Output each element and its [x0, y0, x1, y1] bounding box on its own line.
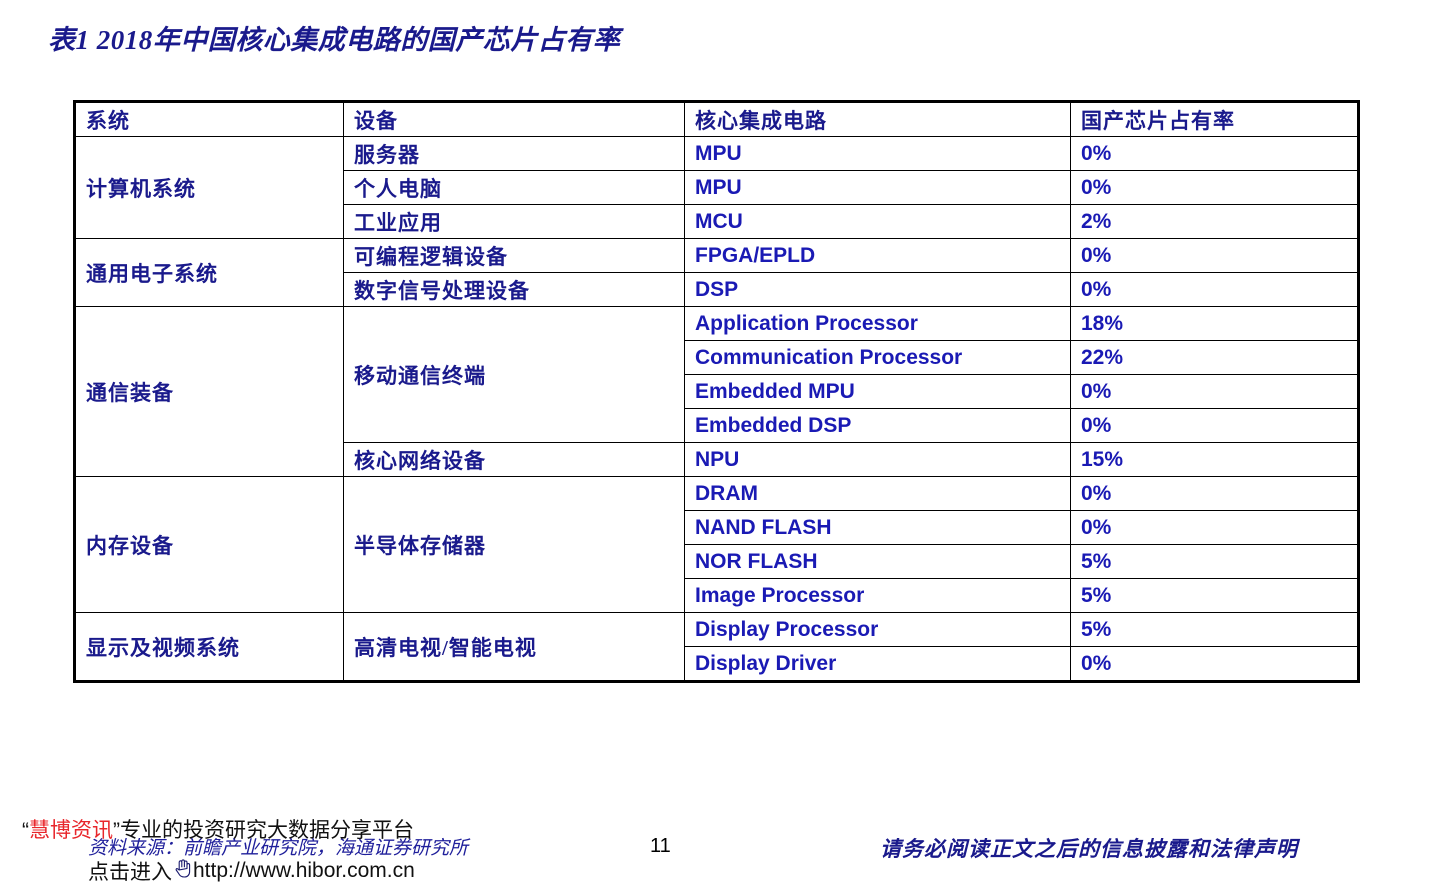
- cell-circuit: Embedded DSP: [684, 408, 1071, 443]
- cell-system: 内存设备: [75, 476, 344, 613]
- table-row: 计算机系统 服务器 MPU 0%: [75, 136, 1358, 239]
- cell-circuit: MPU: [684, 136, 1071, 171]
- watermark-tagline: “慧博资讯”专业的投资研究大数据分享平台: [22, 814, 414, 844]
- cell-device: 工业应用: [343, 204, 685, 239]
- cell-circuit: Display Driver: [684, 646, 1071, 681]
- cell-device: 数字信号处理设备: [343, 272, 685, 307]
- cell-rate: 5%: [1070, 578, 1358, 613]
- cell-device: 移动通信终端: [343, 306, 685, 443]
- table-header-circuit: 核心集成电路: [684, 102, 1071, 137]
- page-title: 表1 2018年中国核心集成电路的国产芯片占有率: [48, 25, 621, 55]
- cell-device: 核心网络设备: [343, 442, 685, 477]
- cell-circuit: NPU: [684, 442, 1071, 477]
- table-header-device: 设备: [343, 102, 685, 137]
- cell-system: 通信装备: [75, 306, 344, 477]
- watermark-url[interactable]: http://www.hibor.com.cn: [193, 859, 415, 883]
- table-row: 内存设备 半导体存储器 DRAM 0%: [75, 476, 1358, 613]
- cell-circuit: NOR FLASH: [684, 544, 1071, 579]
- cell-device: 个人电脑: [343, 170, 685, 205]
- cell-rate: 0%: [1070, 510, 1358, 545]
- cell-rate: 0%: [1070, 272, 1358, 307]
- cell-system: 通用电子系统: [75, 238, 344, 307]
- table-header-rate: 国产芯片占有率: [1070, 102, 1358, 137]
- watermark-open-quote: “: [22, 819, 29, 842]
- table-header-row: 系统 设备 核心集成电路 国产芯片占有率: [75, 102, 1358, 137]
- cell-rate: 18%: [1070, 306, 1358, 341]
- cell-circuit: NAND FLASH: [684, 510, 1071, 545]
- cell-rate: 2%: [1070, 204, 1358, 239]
- cell-rate: 5%: [1070, 544, 1358, 579]
- cell-device: 半导体存储器: [343, 476, 685, 613]
- watermark-click-prefix: 点击进入: [88, 861, 172, 884]
- cell-device: 服务器: [343, 136, 685, 171]
- cell-rate: 15%: [1070, 442, 1358, 477]
- table-row: 通用电子系统 可编程逻辑设备 FPGA/EPLD 0%: [75, 238, 1358, 307]
- table-body: 系统 设备 核心集成电路 国产芯片占有率 计算机系统 服务器 MPU 0% 个人电脑 MPU 0% 工…: [75, 102, 1358, 681]
- cell-rate: 0%: [1070, 238, 1358, 273]
- cell-system: 计算机系统: [75, 136, 344, 239]
- cell-circuit: MCU: [684, 204, 1071, 239]
- cell-rate: 0%: [1070, 408, 1358, 443]
- cell-device: 可编程逻辑设备: [343, 238, 685, 273]
- table-row: 通信装备 移动通信终端 Application Processor 18%: [75, 306, 1358, 477]
- cell-rate: 22%: [1070, 340, 1358, 375]
- cell-circuit: MPU: [684, 170, 1071, 205]
- cell-rate: 0%: [1070, 646, 1358, 681]
- cell-rate: 0%: [1070, 476, 1358, 511]
- cell-circuit: Embedded MPU: [684, 374, 1071, 409]
- cell-circuit: Communication Processor: [684, 340, 1071, 375]
- cell-rate: 0%: [1070, 374, 1358, 409]
- cell-rate: 5%: [1070, 612, 1358, 647]
- footer-disclaimer: 请务必阅读正文之后的信息披露和法律声明: [880, 837, 1298, 861]
- cell-system: 显示及视频系统: [75, 612, 344, 681]
- cell-circuit: Application Processor: [684, 306, 1071, 341]
- cell-rate: 0%: [1070, 136, 1358, 171]
- cell-circuit: Display Processor: [684, 612, 1071, 647]
- page-number: 11: [650, 835, 671, 857]
- watermark-link-row[interactable]: 点击进入 http://www.hibor.com.cn: [88, 856, 415, 886]
- watermark-close-quote: ”: [113, 819, 120, 842]
- watermark-brand: 慧博资讯: [29, 819, 113, 842]
- table-row: 显示及视频系统 高清电视/智能电视 Display Processor 5%: [75, 612, 1358, 681]
- cell-circuit: DRAM: [684, 476, 1071, 511]
- hand-pointer-icon: [174, 858, 191, 882]
- cell-rate: 0%: [1070, 170, 1358, 205]
- cell-circuit: DSP: [684, 272, 1071, 307]
- cell-circuit: FPGA/EPLD: [684, 238, 1071, 273]
- cell-circuit: Image Processor: [684, 578, 1071, 613]
- cell-device: 高清电视/智能电视: [343, 612, 685, 681]
- watermark-tagline-text: 专业的投资研究大数据分享平台: [120, 819, 414, 842]
- table-header-system: 系统: [75, 102, 344, 137]
- chip-self-sufficiency-table: 系统 设备 核心集成电路 国产芯片占有率 计算机系统 服务器 MPU 0% 个人电脑 MPU 0% 工…: [73, 100, 1360, 683]
